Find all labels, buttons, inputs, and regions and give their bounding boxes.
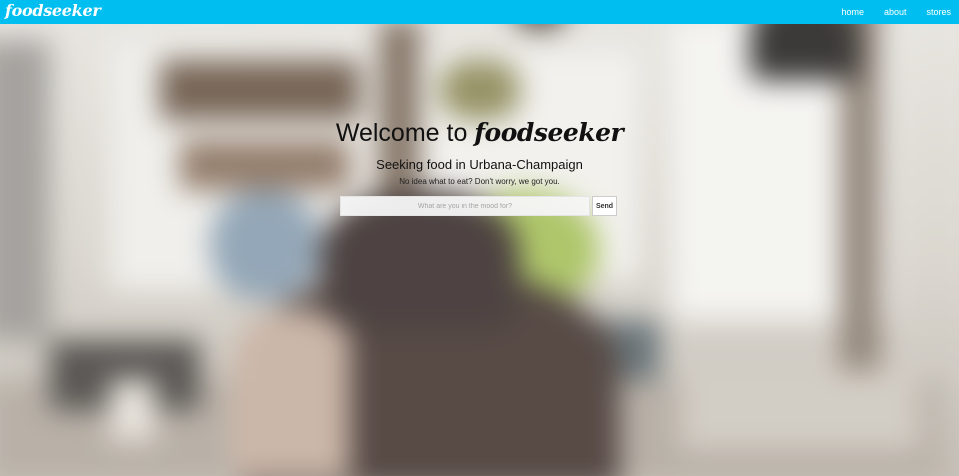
top-navbar: foodseeker home about stores <box>0 0 959 24</box>
nav-link-about[interactable]: about <box>884 7 907 17</box>
hero-tagline: No idea what to eat? Don't worry, we got… <box>399 177 560 186</box>
hero-subtitle: Seeking food in Urbana-Champaign <box>376 157 583 172</box>
hero-title-brand: foodseeker <box>474 118 624 147</box>
hero-title-prefix: Welcome to <box>335 119 468 147</box>
nav-link-stores[interactable]: stores <box>926 7 951 17</box>
nav-link-home[interactable]: home <box>841 7 864 17</box>
search-input[interactable] <box>340 196 590 216</box>
search-form: Send <box>340 196 617 216</box>
page: foodseeker home about stores Welcome to … <box>0 0 959 476</box>
nav-links: home about stores <box>841 0 951 24</box>
hero-title: Welcome to foodseeker <box>0 116 959 150</box>
send-button[interactable]: Send <box>592 196 617 216</box>
brand-logo[interactable]: foodseeker <box>5 1 101 21</box>
hero-section: Welcome to foodseeker Seeking food in Ur… <box>0 116 959 188</box>
background-overlay <box>0 0 959 476</box>
